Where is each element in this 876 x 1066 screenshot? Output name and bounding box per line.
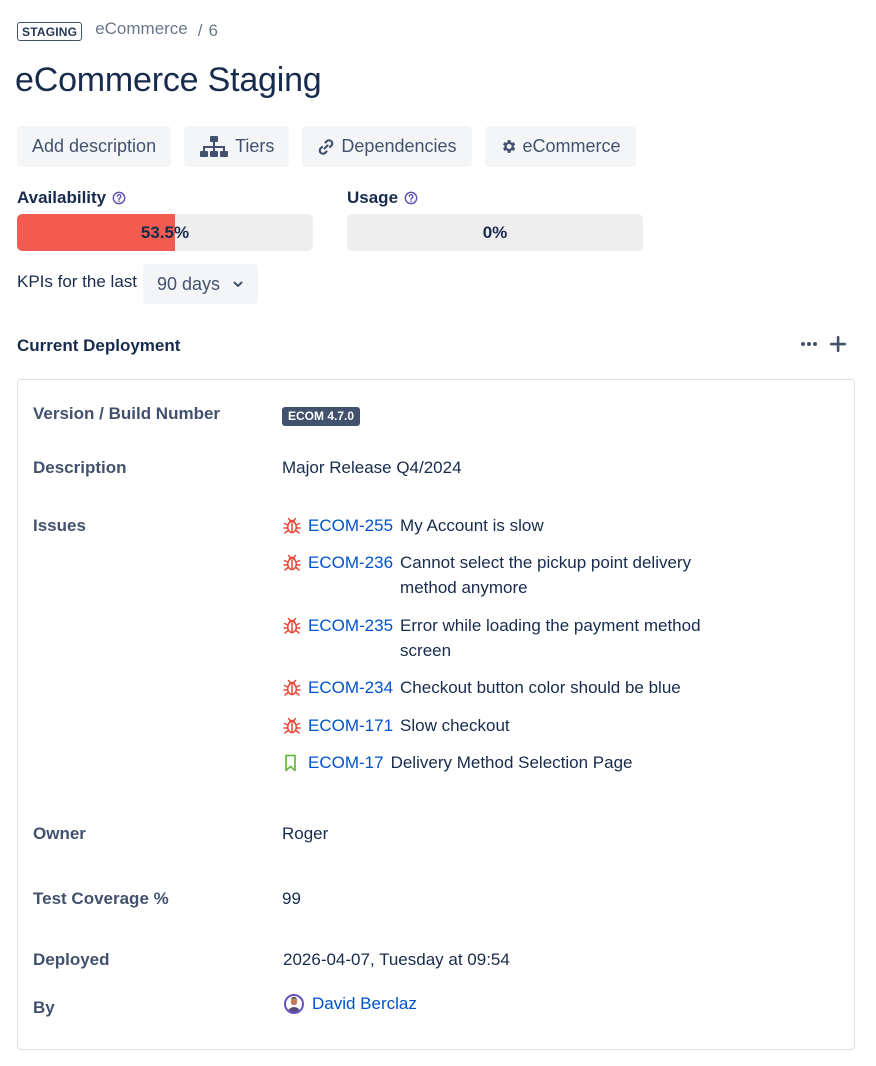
issue-summary: Error while loading the payment method s… xyxy=(400,616,701,660)
issue-summary: Checkout button color should be blue xyxy=(400,678,681,697)
version-label: Version / Build Number xyxy=(33,404,221,423)
issue-item: ECOM-234 Checkout button color should be… xyxy=(282,675,752,700)
bug-icon xyxy=(282,713,308,738)
issue-item: ECOM-171 Slow checkout xyxy=(282,713,752,738)
ecommerce-settings-button[interactable]: eCommerce xyxy=(484,126,636,167)
issue-key-link[interactable]: ECOM-171 xyxy=(308,713,393,738)
environment-badge: STAGING xyxy=(17,21,83,41)
breadcrumb-number: 6 xyxy=(208,21,218,40)
usage-progress-bar: 0% xyxy=(347,214,643,251)
question-circle-icon[interactable] xyxy=(404,191,418,205)
description-value: Major Release Q4/2024 xyxy=(282,458,462,477)
kpi-period-selected: 90 days xyxy=(157,273,221,294)
bug-icon xyxy=(282,513,308,538)
avatar[interactable] xyxy=(284,994,304,1014)
page-title: eCommerce Staging xyxy=(15,61,322,99)
breadcrumb: STAGING eCommerce / 6 xyxy=(17,18,218,44)
issue-item: ECOM-236 Cannot select the pickup point … xyxy=(282,550,752,600)
issue-summary: Slow checkout xyxy=(400,716,510,735)
issue-item: ECOM-17 Delivery Method Selection Page xyxy=(282,750,752,775)
version-badge: ECOM 4.7.0 xyxy=(282,407,361,426)
bookmark-icon xyxy=(282,750,308,775)
chevron-down-icon xyxy=(232,278,244,290)
issue-item: ECOM-235 Error while loading the payment… xyxy=(282,613,752,663)
dependencies-label: Dependencies xyxy=(341,136,457,156)
kpi-period-label: KPIs for the last xyxy=(17,272,137,291)
more-horizontal-icon[interactable] xyxy=(800,335,818,353)
tiers-label: Tiers xyxy=(235,136,275,156)
issues-list: ECOM-255 My Account is slow ECOM-236 Can… xyxy=(282,513,762,793)
link-icon xyxy=(317,138,335,156)
usage-label: Usage xyxy=(347,188,399,207)
availability-value: 53.5% xyxy=(140,222,190,242)
availability-kpi: Availability 53.5% xyxy=(17,188,313,251)
section-title: Current Deployment xyxy=(17,336,181,355)
issue-key-link[interactable]: ECOM-236 xyxy=(308,550,393,575)
plus-icon[interactable] xyxy=(828,334,848,354)
owner-value: Roger xyxy=(282,824,329,843)
deployed-by-user-link[interactable]: David Berclaz xyxy=(312,994,417,1014)
deployed-by-label: By xyxy=(33,998,55,1017)
gear-icon xyxy=(500,138,517,155)
description-label: Description xyxy=(33,458,127,477)
bug-icon xyxy=(282,675,308,700)
issue-item: ECOM-255 My Account is slow xyxy=(282,513,752,538)
add-description-button[interactable]: Add description xyxy=(17,126,172,167)
issue-key-link[interactable]: ECOM-17 xyxy=(308,750,384,775)
issues-label: Issues xyxy=(33,516,86,535)
hierarchy-icon xyxy=(199,135,229,159)
availability-progress-bar: 53.5% xyxy=(17,214,313,251)
dependencies-button[interactable]: Dependencies xyxy=(302,126,472,167)
bug-icon xyxy=(282,550,308,575)
deployment-card: Version / Build Number ECOM 4.7.0 Descri… xyxy=(17,379,855,1050)
availability-label: Availability xyxy=(17,188,107,207)
breadcrumb-separator: / xyxy=(197,21,203,40)
issue-key-link[interactable]: ECOM-234 xyxy=(308,675,393,700)
tiers-button[interactable]: Tiers xyxy=(184,126,290,167)
add-description-label: Add description xyxy=(32,136,157,156)
issue-summary: My Account is slow xyxy=(400,516,544,535)
ecommerce-label: eCommerce xyxy=(522,136,621,156)
breadcrumb-parent-link[interactable]: eCommerce xyxy=(95,19,188,39)
deployed-value: 2026-04-07, Tuesday at 09:54 xyxy=(283,950,510,969)
kpi-period: KPIs for the last 90 days xyxy=(17,264,259,304)
issue-summary: Delivery Method Selection Page xyxy=(390,753,633,772)
issue-key-link[interactable]: ECOM-235 xyxy=(308,613,393,638)
toolbar: Add description Tiers Dependencies eComm… xyxy=(17,126,636,167)
question-circle-icon[interactable] xyxy=(112,191,126,205)
bug-icon xyxy=(282,613,308,638)
test-coverage-value: 99 xyxy=(282,889,301,908)
test-coverage-label: Test Coverage % xyxy=(33,889,169,908)
deployed-label: Deployed xyxy=(33,950,110,969)
owner-label: Owner xyxy=(33,824,86,843)
issue-key-link[interactable]: ECOM-255 xyxy=(308,513,393,538)
issue-summary: Cannot select the pickup point delivery … xyxy=(400,553,692,597)
section-actions xyxy=(800,334,848,354)
usage-kpi: Usage 0% xyxy=(347,188,643,251)
usage-value: 0% xyxy=(482,222,508,242)
kpi-period-select[interactable]: 90 days xyxy=(143,264,259,304)
